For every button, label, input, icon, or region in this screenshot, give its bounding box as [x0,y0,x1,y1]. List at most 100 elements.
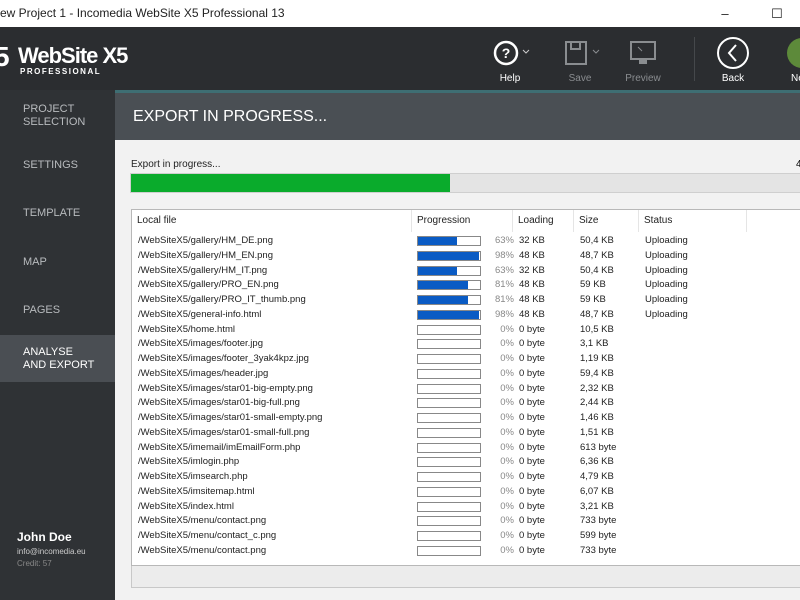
row-size: 6,36 KB [580,456,614,468]
sidebar-item-settings[interactable]: SETTINGS [0,145,115,185]
table-row[interactable]: /WebSiteX5/images/footer.jpg 0% 0 byte 3,1 … [132,337,800,351]
row-status: Uploading [645,279,688,291]
progress-label: Export in progress... [131,159,221,170]
row-percent: 81% [494,279,514,291]
file-path: /WebSiteX5/gallery/HM_EN.png [138,249,273,261]
save-button[interactable]: Save [555,37,605,84]
file-path: /WebSiteX5/images/footer_3yak4kpz.jpg [138,353,309,364]
sidebar-item-project-selection[interactable]: PROJECT SELECTION [0,96,115,136]
sidebar-item-template[interactable]: TEMPLATE [0,193,115,233]
table-row[interactable]: /WebSiteX5/gallery/HM_IT.png 63% 32 KB 50,4… [132,264,800,278]
sidebar-item-pages[interactable]: PAGES [0,290,115,330]
table-row[interactable]: /WebSiteX5/general-info.html 98% 48 KB 48,7… [132,308,800,322]
row-loading: 32 KB [519,264,545,276]
table-row[interactable]: /WebSiteX5/imsitemap.html 0% 0 byte 6,07 KB [132,485,800,499]
col-loading[interactable]: Loading [513,210,574,232]
table-row[interactable]: /WebSiteX5/gallery/PRO_IT_thumb.png 81% 48… [132,293,800,307]
row-percent: 0% [500,397,514,409]
row-size: 2,44 KB [580,397,614,409]
toolbar-divider [694,37,695,81]
file-path: /WebSiteX5/menu/contact.png [138,544,267,556]
app-header: 5 WebSite X5 PROFESSIONAL ? Help Save Pr… [0,27,800,90]
upload-table: Local file Progression Loading Size Stat… [131,209,800,566]
table-row[interactable]: /WebSiteX5/gallery/HM_DE.png 63% 32 KB 50,4… [132,234,800,248]
row-percent: 0% [500,323,514,335]
row-progress-bar [417,457,481,468]
next-icon [787,38,800,68]
table-row[interactable]: /WebSiteX5/imsearch.php 0% 0 byte 4,79 KB [132,470,800,484]
row-progress-bar [417,413,481,423]
row-progress-bar [417,472,481,482]
table-row[interactable]: /WebSiteX5/menu/contact.png 0% 0 byte 733 b… [132,514,800,528]
row-progress-bar [417,442,481,453]
minimize-button[interactable]: – [710,0,740,27]
table-row[interactable]: /WebSiteX5/menu/contact_c.png 0% 0 byte 599… [132,529,800,543]
file-path: /WebSiteX5/images/footer.jpg [138,338,263,350]
table-row[interactable]: /WebSiteX5/menu/contact.png 0% 0 byte 733 b… [132,544,800,558]
row-percent: 0% [500,382,514,394]
col-local-file[interactable]: Local file [132,210,412,232]
back-button[interactable]: Back [708,37,758,84]
file-path: /WebSiteX5/images/star01-big-full.png [138,397,300,409]
col-progression[interactable]: Progression [412,210,513,232]
file-path: /WebSiteX5/imlogin.php [138,456,240,468]
sidebar-item-map[interactable]: MAP [0,242,115,282]
sidebar-item-analyse-export[interactable]: ANALYSE AND EXPORT [0,335,115,382]
next-label: Ne [791,73,800,84]
table-row[interactable]: /WebSiteX5/images/star01-big-empty.png 0%… [132,382,800,396]
file-path: /WebSiteX5/gallery/PRO_IT_thumb.png [138,294,306,305]
row-size: 50,4 KB [580,264,614,276]
table-row[interactable]: /WebSiteX5/images/star01-small-full.png 0… [132,426,800,440]
row-percent: 81% [494,294,514,305]
maximize-button[interactable]: ☐ [762,0,792,27]
row-progress-bar [417,236,481,246]
row-progress-bar [417,501,481,512]
col-status[interactable]: Status [639,210,747,232]
row-percent: 0% [500,338,514,350]
row-percent: 0% [500,471,514,482]
row-loading: 0 byte [519,530,545,541]
row-size: 1,51 KB [580,426,614,438]
row-loading: 0 byte [519,544,545,556]
table-row[interactable]: /WebSiteX5/gallery/HM_EN.png 98% 48 KB 48,7… [132,249,800,263]
row-percent: 0% [500,367,514,379]
row-percent: 0% [500,456,514,468]
user-name: John Doe [17,530,72,544]
file-path: /WebSiteX5/images/star01-big-empty.png [138,382,313,394]
export-progress-bar [130,173,800,193]
file-path: /WebSiteX5/imsitemap.html [138,485,255,497]
row-progress-bar [417,339,481,350]
table-row[interactable]: /WebSiteX5/home.html 0% 0 byte 10,5 KB [132,323,800,337]
row-loading: 0 byte [519,412,545,423]
col-size[interactable]: Size [574,210,639,232]
svg-text:?: ? [502,45,511,61]
help-button[interactable]: ? Help [485,37,535,84]
row-size: 6,07 KB [580,485,614,497]
user-email: info@incomedia.eu [17,547,86,556]
user-info[interactable]: John Doe info@incomedia.eu Credit: 57 [17,530,86,568]
row-percent: 0% [500,441,514,453]
row-status: Uploading [645,294,688,305]
row-size: 2,32 KB [580,382,614,394]
row-loading: 0 byte [519,382,545,394]
row-progress-bar [417,309,481,320]
file-path: /WebSiteX5/general-info.html [138,308,262,320]
table-row[interactable]: /WebSiteX5/imemail/imEmailForm.php 0% 0 by… [132,441,800,455]
row-progress-fill [418,310,479,319]
table-row[interactable]: /WebSiteX5/index.html 0% 0 byte 3,21 KB [132,500,800,514]
table-row[interactable]: /WebSiteX5/images/star01-big-full.png 0% 0… [132,396,800,410]
row-progress-bar [417,354,481,364]
table-row[interactable]: /WebSiteX5/imlogin.php 0% 0 byte 6,36 KB [132,455,800,469]
save-label: Save [568,73,592,84]
row-progress-bar [417,398,481,409]
row-progress-bar [417,486,481,497]
row-size: 733 byte [580,544,617,556]
table-row[interactable]: /WebSiteX5/gallery/PRO_EN.png 81% 48 KB 59 … [132,278,800,292]
table-row[interactable]: /WebSiteX5/images/footer_3yak4kpz.jpg 0% 0… [132,352,800,366]
row-percent: 63% [494,235,514,246]
row-size: 613 byte [580,441,617,453]
next-button[interactable]: Ne [778,37,800,84]
preview-button[interactable]: Preview [618,37,668,84]
table-row[interactable]: /WebSiteX5/images/header.jpg 0% 0 byte 59,4… [132,367,800,381]
table-row[interactable]: /WebSiteX5/images/star01-small-empty.png… [132,411,800,425]
